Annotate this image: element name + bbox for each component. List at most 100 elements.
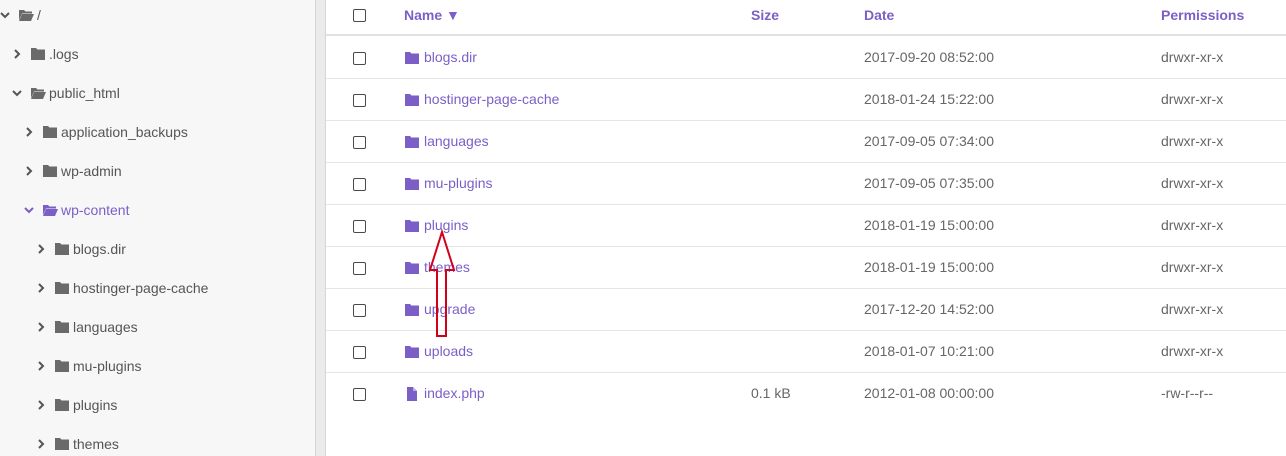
chevron-down-icon[interactable] <box>22 203 36 217</box>
row-checkbox[interactable] <box>353 220 366 233</box>
tree-item-plugins[interactable]: plugins <box>34 393 117 417</box>
tree-item-label: wp-content <box>61 202 130 218</box>
tree-item-label: blogs.dir <box>73 241 126 257</box>
folder-icon <box>54 437 70 451</box>
file-name: themes <box>424 259 470 275</box>
file-name: upgrade <box>424 301 476 317</box>
chevron-right-icon[interactable] <box>10 47 24 61</box>
file-date: 2017-12-20 14:52:00 <box>864 301 994 317</box>
folder-icon <box>404 261 420 275</box>
row-checkbox[interactable] <box>353 94 366 107</box>
table-row[interactable]: index.php 0.1 kB 2012-01-08 00:00:00 -rw… <box>326 373 1286 415</box>
file-date: 2018-01-07 10:21:00 <box>864 343 994 359</box>
folder-icon <box>404 51 420 65</box>
table-row[interactable]: uploads 2018-01-07 10:21:00 drwxr-xr-x <box>326 331 1286 373</box>
tree-item-mu-plugins[interactable]: mu-plugins <box>34 354 141 378</box>
tree-item-label: .logs <box>49 46 79 62</box>
file-permissions: drwxr-xr-x <box>1161 259 1224 275</box>
file-date: 2018-01-19 15:00:00 <box>864 217 994 233</box>
tree-item-languages[interactable]: languages <box>34 315 138 339</box>
tree-item-application-backups[interactable]: application_backups <box>22 120 188 144</box>
column-header-size[interactable]: Size <box>751 0 779 30</box>
file-date: 2017-09-20 08:52:00 <box>864 49 994 65</box>
folder-open-icon <box>42 203 58 217</box>
folder-icon <box>404 303 420 317</box>
chevron-down-icon[interactable] <box>0 8 12 22</box>
row-checkbox[interactable] <box>353 136 366 149</box>
tree-item-root[interactable]: / <box>0 3 41 27</box>
file-date: 2012-01-08 00:00:00 <box>864 385 994 401</box>
tree-item-themes[interactable]: themes <box>34 432 119 456</box>
file-permissions: drwxr-xr-x <box>1161 217 1224 233</box>
chevron-right-icon[interactable] <box>34 437 48 451</box>
chevron-right-icon[interactable] <box>34 242 48 256</box>
tree-item-label: wp-admin <box>61 163 122 179</box>
table-row[interactable]: languages 2017-09-05 07:34:00 drwxr-xr-x <box>326 121 1286 163</box>
tree-item-wp-content[interactable]: wp-content <box>22 198 129 222</box>
table-row[interactable]: upgrade 2017-12-20 14:52:00 drwxr-xr-x <box>326 289 1286 331</box>
file-size: 0.1 kB <box>751 385 791 401</box>
chevron-down-icon[interactable] <box>10 86 24 100</box>
file-name-link[interactable]: mu-plugins <box>404 163 492 204</box>
tree-item-label: themes <box>73 436 119 452</box>
file-permissions: drwxr-xr-x <box>1161 133 1224 149</box>
table-row[interactable]: blogs.dir 2017-09-20 08:52:00 drwxr-xr-x <box>326 37 1286 79</box>
file-name-link[interactable]: uploads <box>404 331 473 372</box>
file-name-link[interactable]: themes <box>404 247 470 288</box>
folder-open-icon <box>30 86 46 100</box>
tree-item-blogs-dir[interactable]: blogs.dir <box>34 237 126 261</box>
tree-item-label: / <box>37 7 41 23</box>
chevron-right-icon[interactable] <box>22 125 36 139</box>
folder-icon <box>54 320 70 334</box>
panel-splitter[interactable] <box>315 0 326 456</box>
file-name-link[interactable]: plugins <box>404 205 468 246</box>
folder-icon <box>42 164 58 178</box>
folder-icon <box>404 135 420 149</box>
file-name: blogs.dir <box>424 49 477 65</box>
file-name-link[interactable]: hostinger-page-cache <box>404 79 559 120</box>
column-header-name[interactable]: Name ▼ <box>404 0 460 30</box>
tree-item-label: hostinger-page-cache <box>73 280 209 296</box>
tree-item-label: application_backups <box>61 124 188 140</box>
row-checkbox[interactable] <box>353 262 366 275</box>
chevron-right-icon[interactable] <box>34 320 48 334</box>
file-name-link[interactable]: blogs.dir <box>404 37 477 78</box>
file-permissions: drwxr-xr-x <box>1161 343 1224 359</box>
table-row[interactable]: mu-plugins 2017-09-05 07:35:00 drwxr-xr-… <box>326 163 1286 205</box>
folder-icon <box>54 359 70 373</box>
file-name-link[interactable]: index.php <box>404 373 485 414</box>
row-checkbox[interactable] <box>353 304 366 317</box>
file-name-link[interactable]: upgrade <box>404 289 475 330</box>
file-permissions: drwxr-xr-x <box>1161 91 1224 107</box>
table-row[interactable]: themes 2018-01-19 15:00:00 drwxr-xr-x <box>326 247 1286 289</box>
file-permissions: drwxr-xr-x <box>1161 301 1224 317</box>
column-header-permissions[interactable]: Permissions <box>1161 0 1244 30</box>
tree-item-label: public_html <box>49 85 120 101</box>
chevron-right-icon[interactable] <box>22 164 36 178</box>
select-all-checkbox[interactable] <box>353 9 366 22</box>
file-name-link[interactable]: languages <box>404 121 489 162</box>
column-header-date[interactable]: Date <box>864 0 894 30</box>
chevron-right-icon[interactable] <box>34 281 48 295</box>
table-row[interactable]: hostinger-page-cache 2018-01-24 15:22:00… <box>326 79 1286 121</box>
folder-icon <box>404 219 420 233</box>
tree-item-label: mu-plugins <box>73 358 142 374</box>
file-permissions: drwxr-xr-x <box>1161 49 1224 65</box>
row-checkbox[interactable] <box>353 346 366 359</box>
folder-open-icon <box>18 8 34 22</box>
row-checkbox[interactable] <box>353 388 366 401</box>
row-checkbox[interactable] <box>353 52 366 65</box>
tree-item-wp-admin[interactable]: wp-admin <box>22 159 122 183</box>
tree-item-logs[interactable]: .logs <box>10 42 79 66</box>
folder-icon <box>54 242 70 256</box>
file-name: index.php <box>424 385 485 401</box>
tree-item-public-html[interactable]: public_html <box>10 81 120 105</box>
folder-icon <box>404 93 420 107</box>
chevron-right-icon[interactable] <box>34 359 48 373</box>
tree-item-hostinger-page-cache[interactable]: hostinger-page-cache <box>34 276 208 300</box>
chevron-right-icon[interactable] <box>34 398 48 412</box>
row-checkbox[interactable] <box>353 178 366 191</box>
folder-icon <box>404 345 420 359</box>
table-row[interactable]: plugins 2018-01-19 15:00:00 drwxr-xr-x <box>326 205 1286 247</box>
file-date: 2017-09-05 07:34:00 <box>864 133 994 149</box>
